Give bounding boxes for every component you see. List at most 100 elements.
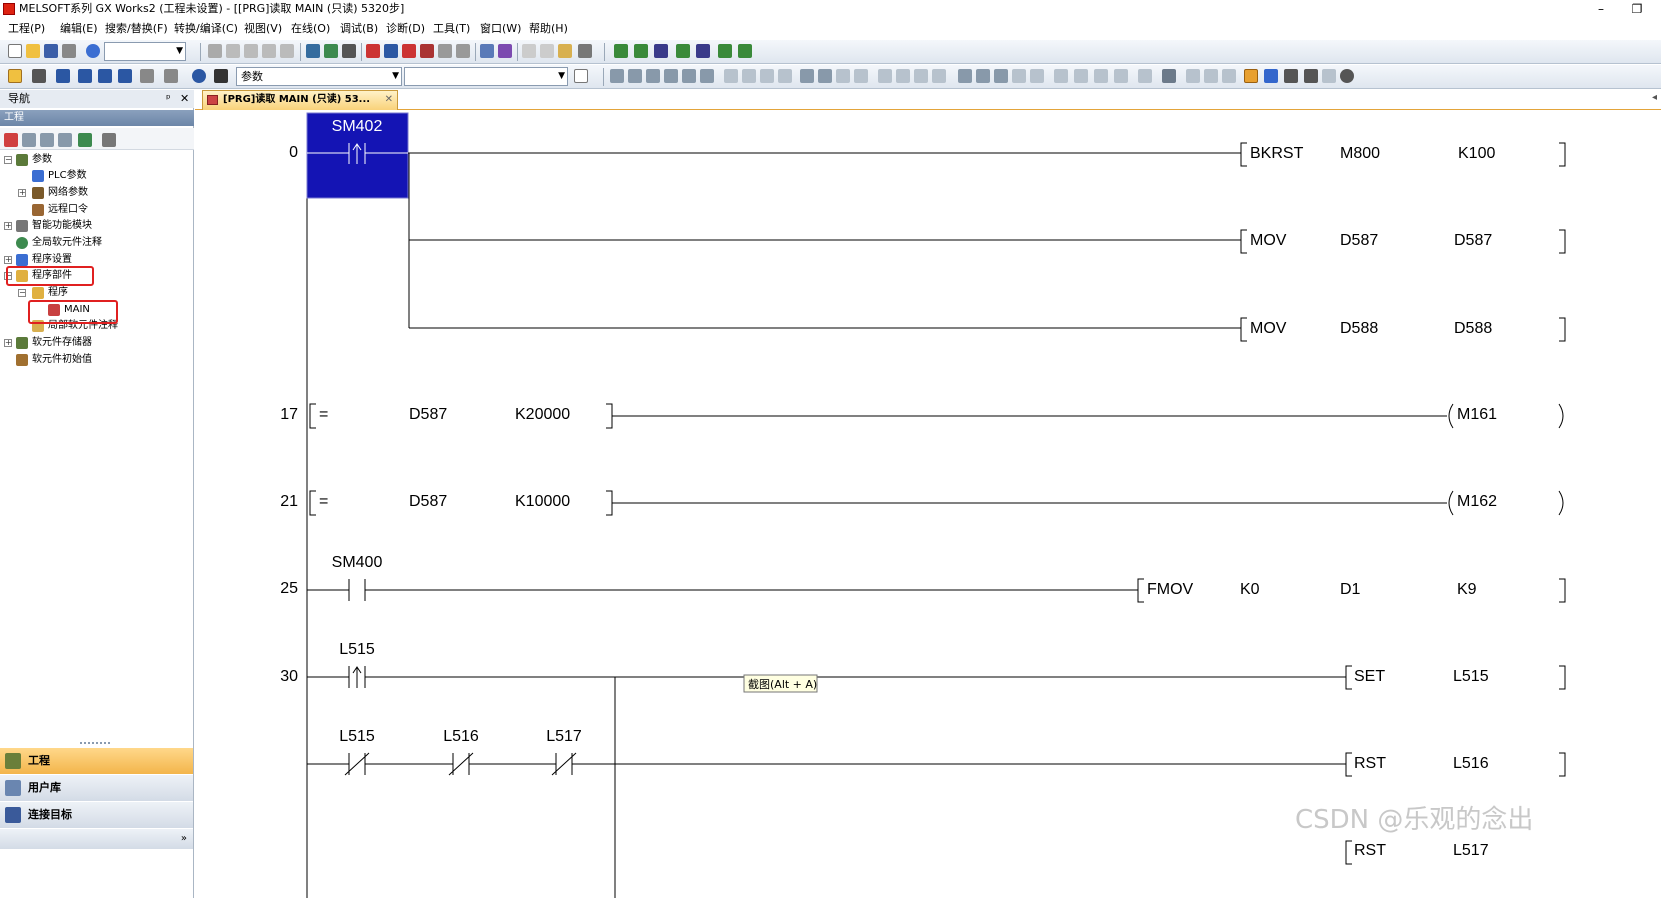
f10-line-icon[interactable] xyxy=(760,69,774,83)
f9-line-icon[interactable] xyxy=(724,69,738,83)
menu-project[interactable]: 工程(P) xyxy=(6,19,47,39)
pulse-icon[interactable] xyxy=(836,69,850,83)
sort-icon[interactable] xyxy=(102,133,116,147)
redo-icon[interactable] xyxy=(280,44,294,58)
minimize-button[interactable]: – xyxy=(1588,0,1614,18)
menu-search-replace[interactable]: 搜索/替换(F) xyxy=(103,19,170,39)
device-comment-icon[interactable] xyxy=(118,69,132,83)
binoculars-icon[interactable] xyxy=(214,69,228,83)
statement-icon[interactable] xyxy=(1094,69,1108,83)
find-icon[interactable] xyxy=(522,44,536,58)
zoom-icon[interactable] xyxy=(164,69,178,83)
device-display-icon[interactable] xyxy=(1264,69,1278,83)
save-icon[interactable] xyxy=(44,44,58,58)
online-icon[interactable] xyxy=(480,44,494,58)
asf8-icon[interactable] xyxy=(932,69,946,83)
sf10-line-icon[interactable] xyxy=(778,69,792,83)
pane-project[interactable]: 工程 xyxy=(0,748,193,774)
template-icon[interactable] xyxy=(1186,69,1200,83)
replace-icon[interactable] xyxy=(540,44,554,58)
help-icon[interactable] xyxy=(86,44,100,58)
refresh-icon[interactable] xyxy=(78,133,92,147)
new-file-icon[interactable] xyxy=(8,44,22,58)
menu-tools[interactable]: 工具(T) xyxy=(431,19,472,39)
menu-help[interactable]: 帮助(H) xyxy=(527,19,570,39)
copy-data-icon[interactable] xyxy=(22,133,36,147)
pane-connection-target[interactable]: 连接目标 xyxy=(0,802,193,828)
read-plc-icon[interactable] xyxy=(384,44,398,58)
close-panel-icon[interactable]: ✕ xyxy=(180,90,189,108)
sf6-contact-icon[interactable] xyxy=(664,69,678,83)
asf5-icon[interactable] xyxy=(878,69,892,83)
splitter-grip[interactable] xyxy=(80,742,110,745)
monitor-icon[interactable] xyxy=(324,44,338,58)
write-plc-icon[interactable] xyxy=(366,44,380,58)
device-icon[interactable] xyxy=(78,69,92,83)
ladder-tool-7-icon[interactable] xyxy=(738,44,752,58)
f10-icon[interactable] xyxy=(1012,69,1026,83)
parameter-combo[interactable]: 参数 ▼ xyxy=(236,67,402,86)
comment-icon[interactable] xyxy=(1074,69,1088,83)
asf7-icon[interactable] xyxy=(914,69,928,83)
paste-data-icon[interactable] xyxy=(40,133,54,147)
sf5-contact-icon[interactable] xyxy=(628,69,642,83)
ladder-diagram[interactable]: 0 SM402 BKRST M800 K100 MOV D587 D587 MO… xyxy=(195,110,1661,898)
monitor-toggle-icon[interactable] xyxy=(140,69,154,83)
search-combo[interactable]: ▼ xyxy=(404,67,568,86)
caf10-icon[interactable] xyxy=(994,69,1008,83)
asf6-icon[interactable] xyxy=(896,69,910,83)
display-icon[interactable] xyxy=(578,44,592,58)
cut-icon[interactable] xyxy=(208,44,222,58)
ladder-tool-4-icon[interactable] xyxy=(676,44,690,58)
zoom-out-icon[interactable] xyxy=(1322,69,1336,83)
pulse-neg-icon[interactable] xyxy=(854,69,868,83)
menu-online[interactable]: 在线(O) xyxy=(289,19,332,39)
watch-icon[interactable] xyxy=(1284,69,1298,83)
pane-user-library[interactable]: 用户库 xyxy=(0,775,193,801)
device-list-icon[interactable] xyxy=(342,44,356,58)
menu-diagnostics[interactable]: 诊断(D) xyxy=(384,19,427,39)
af5-icon[interactable] xyxy=(958,69,972,83)
list-icon[interactable] xyxy=(32,69,46,83)
ladder-display-icon[interactable] xyxy=(1244,69,1258,83)
verify-icon[interactable] xyxy=(402,44,416,58)
diagnose-icon[interactable] xyxy=(456,44,470,58)
new-data-icon[interactable] xyxy=(4,133,18,147)
ladder-tool-5-icon[interactable] xyxy=(696,44,710,58)
menu-window[interactable]: 窗口(W) xyxy=(478,19,523,39)
read-mode-icon[interactable] xyxy=(1138,69,1152,83)
note-icon[interactable] xyxy=(1114,69,1128,83)
ladder-tool-3-icon[interactable] xyxy=(654,44,668,58)
help-search-icon[interactable] xyxy=(192,69,206,83)
ladder-tool-2-icon[interactable] xyxy=(634,44,648,58)
simulation-icon[interactable] xyxy=(498,44,512,58)
property-icon[interactable] xyxy=(58,133,72,147)
caf5-icon[interactable] xyxy=(976,69,990,83)
pin-icon[interactable]: ᵖ xyxy=(166,90,171,108)
tab-close-icon[interactable]: ✕ xyxy=(385,91,393,109)
remote-op-icon[interactable] xyxy=(420,44,434,58)
paste-icon[interactable] xyxy=(244,44,258,58)
menu-view[interactable]: 视图(V) xyxy=(242,19,284,39)
magnify-icon[interactable] xyxy=(1304,69,1318,83)
open-folder-icon[interactable] xyxy=(26,44,40,58)
sf9-line-icon[interactable] xyxy=(742,69,756,83)
menu-convert-compile[interactable]: 转换/编译(C) xyxy=(172,19,240,39)
search-icon[interactable] xyxy=(1340,69,1354,83)
ladder-tool-1-icon[interactable] xyxy=(614,44,628,58)
device-batch-icon[interactable] xyxy=(98,69,112,83)
undo-icon[interactable] xyxy=(262,44,276,58)
menu-edit[interactable]: 编辑(E) xyxy=(58,19,100,39)
tab-scroll-icon[interactable]: ◂ xyxy=(1652,92,1657,103)
print-icon[interactable] xyxy=(62,44,76,58)
f7-coil-icon[interactable] xyxy=(682,69,696,83)
cross-ref-icon[interactable] xyxy=(558,44,572,58)
window-icon[interactable] xyxy=(56,69,70,83)
memory-icon[interactable] xyxy=(438,44,452,58)
toolbar-combo-1[interactable]: ▼ xyxy=(104,42,186,61)
template-3-icon[interactable] xyxy=(1222,69,1236,83)
ladder-tool-6-icon[interactable] xyxy=(718,44,732,58)
tab-main-program[interactable]: [PRG]读取 MAIN (只读) 53... ✕ xyxy=(202,90,398,110)
write-mode-icon[interactable] xyxy=(1162,69,1176,83)
sf7-icon[interactable] xyxy=(800,69,814,83)
